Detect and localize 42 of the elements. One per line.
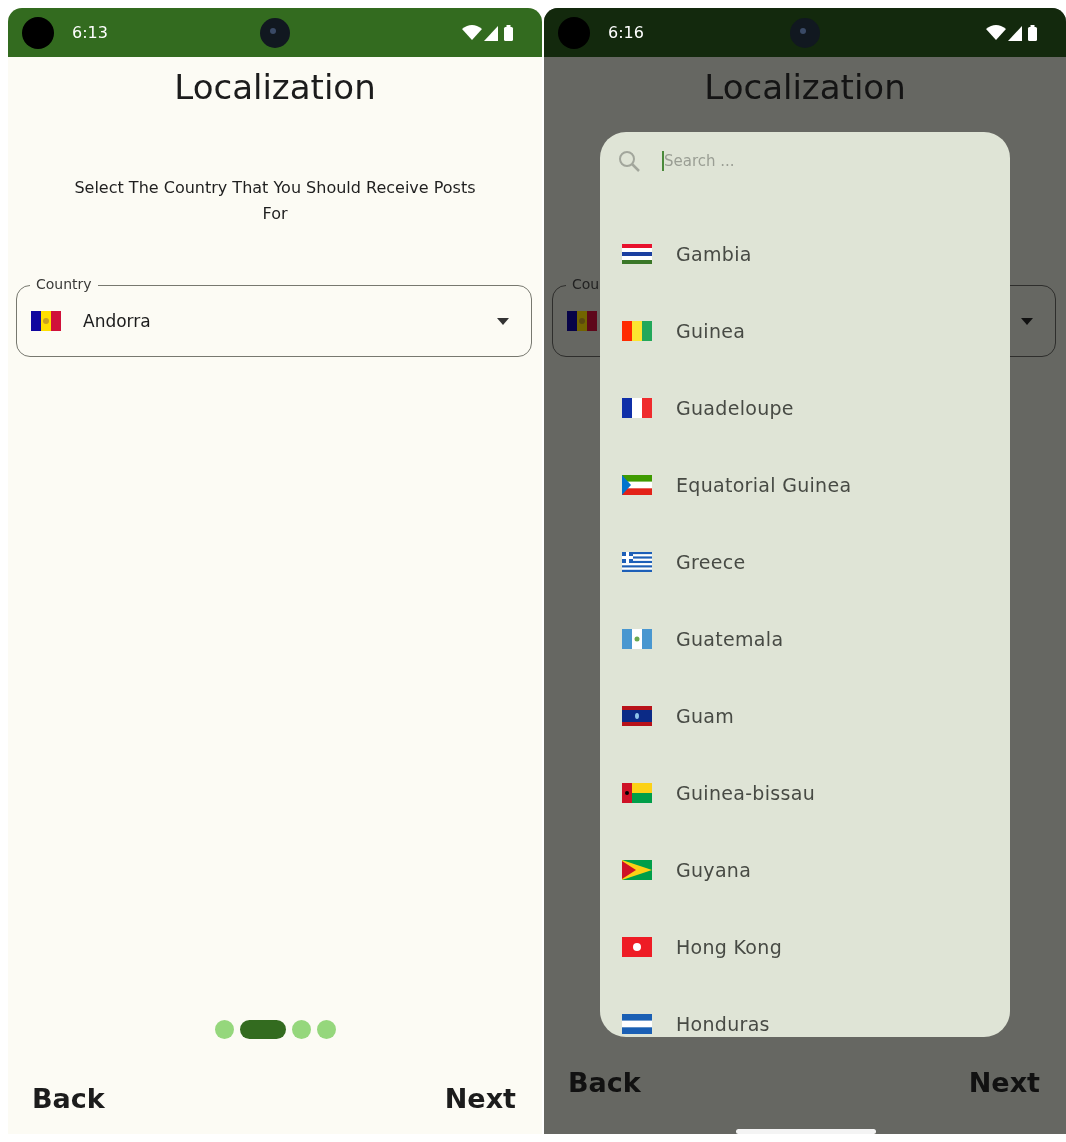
- country-list-item[interactable]: Honduras: [600, 990, 1010, 1037]
- page-title: Localization: [173, 67, 377, 107]
- flag-icon: [622, 1013, 652, 1034]
- flag-icon: [31, 311, 61, 331]
- flag-icon: [567, 311, 597, 331]
- search-field[interactable]: Search ...: [662, 151, 966, 171]
- flag-icon: [622, 936, 652, 957]
- flag-icon: [622, 628, 652, 649]
- country-list-item[interactable]: Guyana: [600, 836, 1010, 913]
- country-list-item[interactable]: Guinea-bissau: [600, 759, 1010, 836]
- country-list-item[interactable]: Guatemala: [600, 605, 1010, 682]
- dropdown-caret-icon: [1021, 317, 1033, 325]
- instruction-text: Select The Country That You Should Receive Posts For: [73, 177, 477, 225]
- next-button[interactable]: Next: [444, 1083, 516, 1114]
- flag-icon: [622, 397, 652, 418]
- front-camera-icon: [260, 17, 290, 48]
- page-title: Localization: [703, 67, 907, 107]
- search-icon: [618, 150, 640, 172]
- back-button[interactable]: Back: [32, 1083, 105, 1114]
- status-time: 6:16: [608, 23, 644, 42]
- status-time: 6:13: [72, 23, 108, 42]
- flag-icon: [622, 782, 652, 803]
- flag-icon: [622, 243, 652, 264]
- home-indicator[interactable]: [736, 1129, 876, 1134]
- country-list-item[interactable]: Guam: [600, 682, 1010, 759]
- flag-icon: [622, 551, 652, 572]
- status-icons: [986, 23, 1038, 42]
- flag-icon: [622, 474, 652, 495]
- selected-country: Andorra: [83, 311, 152, 331]
- flag-icon: [622, 859, 652, 880]
- country-list-item[interactable]: Hong Kong: [600, 913, 1010, 990]
- country-list-item[interactable]: Equatorial Guinea: [600, 451, 1010, 528]
- dropdown-caret-icon: [497, 317, 509, 325]
- flag-icon: [622, 320, 652, 341]
- camera-dot-icon: [558, 16, 590, 49]
- camera-dot-icon: [22, 16, 54, 49]
- country-list-item[interactable]: Guadeloupe: [600, 374, 1010, 451]
- status-icons: [462, 23, 514, 42]
- country-list-item[interactable]: Greece: [600, 528, 1010, 605]
- country-list-item[interactable]: Guinea: [600, 297, 1010, 374]
- flag-icon: [622, 705, 652, 726]
- front-camera-icon: [790, 17, 820, 48]
